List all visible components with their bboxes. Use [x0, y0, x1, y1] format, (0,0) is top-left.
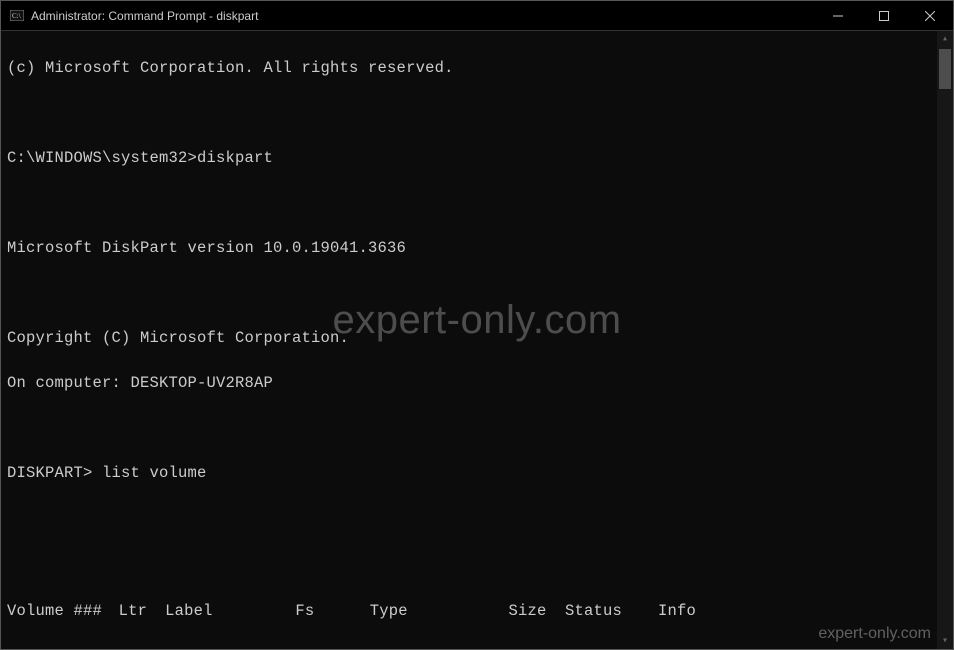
th-volume: Volume ###	[7, 600, 119, 622]
th-label: Label	[165, 600, 295, 622]
blank	[7, 192, 947, 214]
scrollbar[interactable]: ▴ ▾	[937, 31, 953, 649]
window-controls	[815, 1, 953, 30]
scroll-thumb[interactable]	[939, 49, 951, 89]
blank	[7, 507, 947, 529]
window-title: Administrator: Command Prompt - diskpart	[31, 9, 815, 23]
dp-prompt: DISKPART>	[7, 464, 93, 482]
terminal-output[interactable]: (c) Microsoft Corporation. All rights re…	[1, 31, 953, 649]
blank	[7, 102, 947, 124]
volume-table: Volume ###LtrLabelFsTypeSizeStatusInfo -…	[7, 555, 947, 649]
blank	[7, 417, 947, 439]
scroll-down-icon[interactable]: ▾	[937, 633, 953, 649]
dp-computer: On computer: DESKTOP-UV2R8AP	[7, 372, 947, 394]
prompt-cmd: diskpart	[197, 149, 273, 167]
th-ltr: Ltr	[119, 600, 166, 622]
titlebar[interactable]: C:\ Administrator: Command Prompt - disk…	[1, 1, 953, 31]
th-status: Status	[565, 600, 658, 622]
close-button[interactable]	[907, 1, 953, 31]
th-info: Info	[658, 600, 732, 622]
th-size: Size	[481, 600, 565, 622]
th-fs: Fs	[295, 600, 369, 622]
dp-list-cmd: DISKPART> list volume	[7, 462, 947, 484]
prompt-path: C:\WINDOWS\system32>	[7, 149, 197, 167]
table-header: Volume ###LtrLabelFsTypeSizeStatusInfo	[7, 600, 947, 622]
cmd-text: list volume	[102, 464, 207, 482]
th-type: Type	[370, 600, 482, 622]
dp-copyright: Copyright (C) Microsoft Corporation.	[7, 327, 947, 349]
prompt-diskpart: C:\WINDOWS\system32>diskpart	[7, 147, 947, 169]
minimize-button[interactable]	[815, 1, 861, 31]
svg-text:C:\: C:\	[12, 12, 21, 20]
scroll-up-icon[interactable]: ▴	[937, 31, 953, 47]
copyright-line: (c) Microsoft Corporation. All rights re…	[7, 57, 947, 79]
cmd-icon: C:\	[9, 8, 25, 24]
blank	[7, 282, 947, 304]
maximize-button[interactable]	[861, 1, 907, 31]
dp-version: Microsoft DiskPart version 10.0.19041.36…	[7, 237, 947, 259]
